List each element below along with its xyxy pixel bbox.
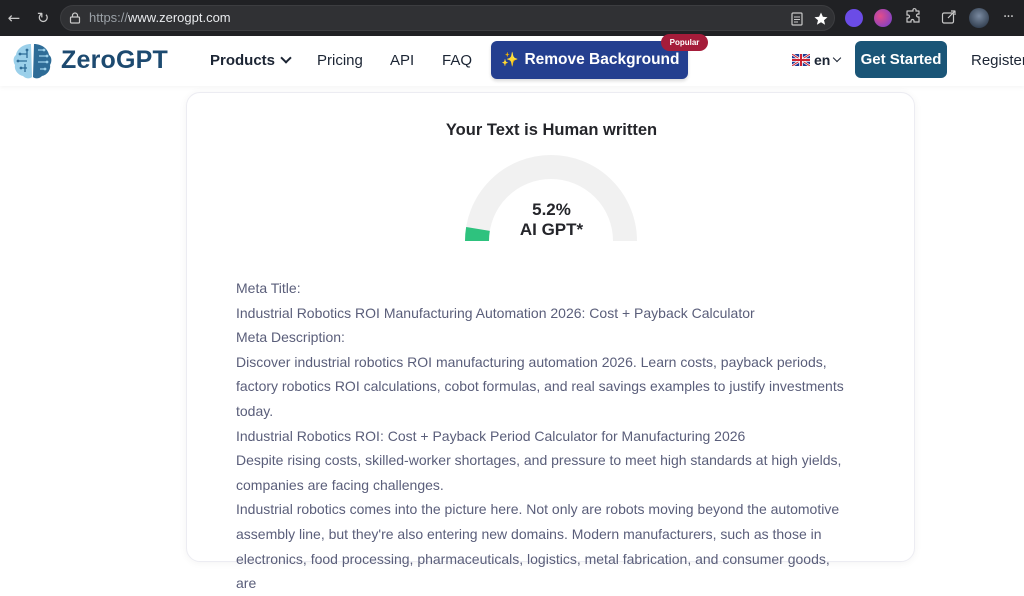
uk-flag-icon <box>792 54 810 66</box>
nav-products-label: Products <box>210 52 276 69</box>
more-menu-icon[interactable]: ··· <box>999 8 1017 26</box>
extensions-puzzle-icon[interactable] <box>904 8 922 26</box>
favorite-star-icon[interactable] <box>813 11 829 27</box>
text-line: Industrial Robotics ROI: Cost + Payback … <box>236 427 746 444</box>
get-started-button[interactable]: Get Started <box>855 41 947 78</box>
address-bar[interactable]: https://www.zerogpt.com <box>60 5 835 31</box>
sparkles-icon: ✨ <box>501 52 519 68</box>
back-arrow-icon[interactable]: ← <box>5 9 23 27</box>
profile-avatar[interactable] <box>969 8 989 28</box>
text-line: Discover industrial robotics ROI manufac… <box>236 353 844 419</box>
remove-background-button[interactable]: ✨ Remove Background <box>491 41 688 79</box>
register-link[interactable]: Register <box>971 52 1024 69</box>
extension-icon[interactable] <box>874 9 892 27</box>
browser-toolbar: ← ↻ https://www.zerogpt.com ··· <box>0 0 1024 36</box>
result-card: Your Text is Human written 5.2% AI GPT* … <box>186 92 915 591</box>
ai-percentage: 5.2% <box>532 200 571 219</box>
extension-icon[interactable] <box>845 9 863 27</box>
brain-logo-icon[interactable] <box>11 40 55 82</box>
reader-mode-icon[interactable] <box>789 11 805 27</box>
text-line: Meta Title: <box>236 280 301 296</box>
remove-background-label: Remove Background <box>524 51 680 68</box>
language-code: en <box>814 52 831 68</box>
ai-gauge-label: AI GPT* <box>519 220 584 239</box>
nav-faq[interactable]: FAQ <box>442 52 472 69</box>
url-text[interactable]: https://www.zerogpt.com <box>89 6 231 30</box>
text-line: Industrial robotics comes into the pictu… <box>236 501 840 592</box>
site-info-icon[interactable] <box>69 12 81 24</box>
nav-pricing[interactable]: Pricing <box>317 52 363 69</box>
language-selector[interactable]: en <box>792 52 842 68</box>
logo-text[interactable]: ZeroGPT <box>61 46 168 75</box>
text-line: Industrial Robotics ROI Manufacturing Au… <box>236 304 755 321</box>
url-host: www.zerogpt.com <box>128 10 231 25</box>
nav-api[interactable]: API <box>390 52 414 69</box>
result-title: Your Text is Human written <box>445 121 658 139</box>
popular-badge: Popular <box>661 34 708 51</box>
nav-products[interactable]: Products <box>210 52 292 69</box>
chevron-down-icon <box>833 53 842 63</box>
text-line: Despite rising costs, skilled-worker sho… <box>236 452 842 493</box>
reload-icon[interactable]: ↻ <box>34 9 52 27</box>
share-icon[interactable] <box>940 8 958 26</box>
chevron-down-icon <box>280 52 292 64</box>
url-protocol: https:// <box>89 10 129 25</box>
site-header: ZeroGPT Products Pricing API FAQ ✨ Remove… <box>0 34 1024 86</box>
text-line: Meta Description: <box>236 329 345 346</box>
